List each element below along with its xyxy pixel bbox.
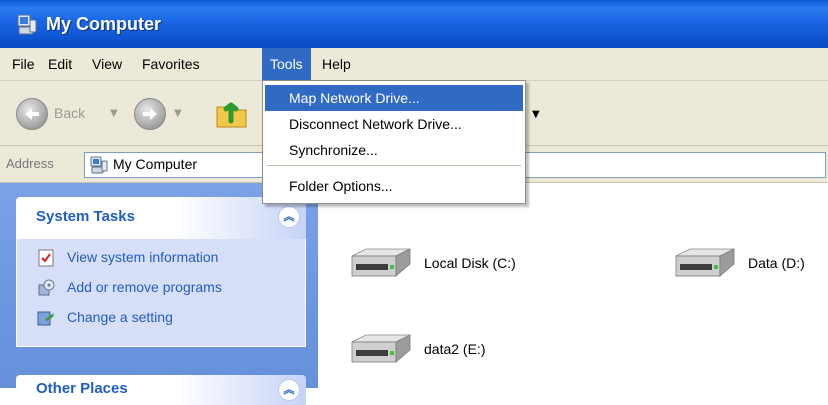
my-computer-icon xyxy=(90,156,108,174)
drive-label: data2 (E:) xyxy=(424,341,486,357)
collapse-icon[interactable]: ︽ xyxy=(278,206,300,228)
hard-drive-icon xyxy=(675,248,735,277)
task-pane: System Tasks ︽ View system information A… xyxy=(0,183,318,405)
address-value: My Computer xyxy=(113,156,198,172)
menu-bar: File Edit View Favorites Tools Help xyxy=(0,48,828,81)
forward-dropdown-icon[interactable]: ▼ xyxy=(174,108,182,119)
menu-tools[interactable]: Tools xyxy=(262,48,311,80)
back-label: Back xyxy=(54,105,86,121)
task-label: Add or remove programs xyxy=(67,279,222,295)
title-bar[interactable]: My Computer xyxy=(0,0,828,48)
drive-d[interactable]: Data (D:) xyxy=(672,246,822,286)
drive-c[interactable]: Local Disk (C:) xyxy=(348,246,538,286)
system-info-icon xyxy=(38,249,54,267)
system-tasks-title: System Tasks xyxy=(36,208,135,225)
menu-favorites[interactable]: Favorites xyxy=(134,48,208,80)
menu-file[interactable]: File xyxy=(4,48,43,80)
task-change-setting[interactable]: Change a setting xyxy=(37,309,277,331)
collapse-icon[interactable]: ︽ xyxy=(278,379,300,401)
address-label: Address xyxy=(6,156,54,171)
drive-e[interactable]: data2 (E:) xyxy=(348,332,538,372)
forward-button[interactable]: ▼ xyxy=(134,98,200,130)
menu-item-disconnect-network-drive[interactable]: Disconnect Network Drive... xyxy=(265,111,523,137)
menu-view[interactable]: View xyxy=(84,48,130,80)
control-panel-icon xyxy=(37,311,54,326)
other-places-header[interactable]: Other Places ︽ xyxy=(16,375,306,405)
other-places-title: Other Places xyxy=(36,380,128,397)
menu-separator xyxy=(267,165,521,166)
menu-item-synchronize[interactable]: Synchronize... xyxy=(265,137,523,163)
menu-item-folder-options[interactable]: Folder Options... xyxy=(265,173,523,199)
back-dropdown-icon[interactable]: ▼ xyxy=(110,108,118,119)
task-add-remove-programs[interactable]: Add or remove programs xyxy=(37,279,277,301)
task-view-system-info[interactable]: View system information xyxy=(37,249,277,271)
hard-drive-icon xyxy=(351,248,411,277)
tools-menu: Map Network Drive... Disconnect Network … xyxy=(262,80,526,204)
menu-item-map-network-drive[interactable]: Map Network Drive... xyxy=(265,85,523,111)
up-folder-icon[interactable] xyxy=(214,95,250,131)
system-tasks-panel: System Tasks ︽ View system information A… xyxy=(16,197,306,347)
back-button[interactable]: Back ▼ xyxy=(16,98,126,130)
task-label: Change a setting xyxy=(67,309,173,325)
drive-label: Local Disk (C:) xyxy=(424,255,516,271)
hard-drive-icon xyxy=(351,334,411,363)
menu-help[interactable]: Help xyxy=(314,48,359,80)
window-title: My Computer xyxy=(46,14,162,34)
forward-arrow-icon xyxy=(134,98,166,130)
task-label: View system information xyxy=(67,249,219,265)
back-arrow-icon xyxy=(16,98,48,130)
my-computer-icon xyxy=(17,14,37,35)
views-dropdown-icon[interactable]: ▼ xyxy=(532,109,540,120)
add-remove-programs-icon xyxy=(38,279,55,296)
drive-label: Data (D:) xyxy=(748,255,805,271)
system-tasks-list: View system information Add or remove pr… xyxy=(16,239,306,347)
menu-edit[interactable]: Edit xyxy=(40,48,80,80)
